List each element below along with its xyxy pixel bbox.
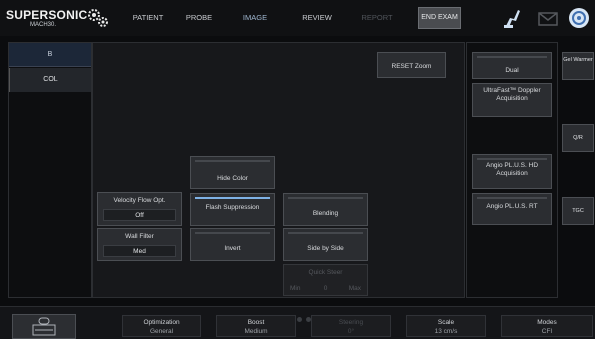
qr-label: Q/R xyxy=(573,135,583,141)
angio-plus-hd-button[interactable]: Angio PL.U.S. HD Acquisition xyxy=(472,154,552,189)
hide-color-indicator xyxy=(195,160,270,162)
steering-title: Steering xyxy=(338,319,364,326)
tab-patient[interactable]: PATIENT xyxy=(124,8,172,28)
reset-zoom-button[interactable]: RESET Zoom xyxy=(377,52,446,78)
blending-label: Blending xyxy=(312,210,339,217)
angio-plus-rt-indicator xyxy=(477,197,547,199)
optimization-value: General xyxy=(149,328,174,335)
tab-review[interactable]: REVIEW xyxy=(296,8,338,28)
side-by-side-button[interactable]: Side by Side xyxy=(283,228,368,261)
boost-title: Boost xyxy=(247,319,265,326)
wall-filter-control[interactable]: Wall Filter Med xyxy=(97,228,182,261)
modes-title: Modes xyxy=(537,319,557,326)
invert-label: Invert xyxy=(224,245,241,252)
side-button-strip xyxy=(559,42,595,298)
scale-value: 13 cm/s xyxy=(434,328,458,335)
quick-steer-label: Quick Steer xyxy=(308,269,343,276)
probe-icon[interactable] xyxy=(500,6,524,30)
scale-control[interactable]: Scale 13 cm/s xyxy=(406,315,486,337)
dual-button[interactable]: Dual xyxy=(472,52,552,79)
flash-suppression-indicator xyxy=(195,197,270,199)
tab-probe[interactable]: PROBE xyxy=(181,8,217,28)
hide-color-button[interactable]: Hide Color xyxy=(190,156,275,189)
flash-suppression-button[interactable]: Flash Suppression xyxy=(190,193,275,226)
blending-indicator xyxy=(288,197,363,199)
modes-value: CFI xyxy=(541,328,553,335)
steering-value: 0° xyxy=(347,328,355,335)
boost-value: Medium xyxy=(244,328,268,335)
wall-filter-label: Wall Filter xyxy=(125,233,154,240)
qr-button[interactable]: Q/R xyxy=(562,124,594,152)
velocity-flow-opt-control[interactable]: Velocity Flow Opt. Off xyxy=(97,192,182,226)
boost-control[interactable]: Boost Medium xyxy=(216,315,296,337)
scale-title: Scale xyxy=(437,319,455,326)
tgc-label: TGC xyxy=(572,208,584,214)
wall-filter-value: Med xyxy=(103,245,176,257)
angio-plus-hd-label: Angio PL.U.S. HD Acquisition xyxy=(485,162,539,177)
optimization-control[interactable]: Optimization General xyxy=(122,315,201,337)
mail-icon[interactable] xyxy=(537,6,559,30)
optimization-title: Optimization xyxy=(143,319,180,326)
probe-button[interactable] xyxy=(12,314,76,339)
quick-steer-control: Quick Steer Min 0 Max xyxy=(283,264,368,296)
side-by-side-label: Side by Side xyxy=(307,245,344,252)
blending-button[interactable]: Blending xyxy=(283,193,368,226)
tab-report: REPORT xyxy=(361,13,393,22)
invert-button[interactable]: Invert xyxy=(190,228,275,261)
logo-model: MACH30. xyxy=(30,22,57,28)
reset-zoom-label: RESET Zoom xyxy=(391,63,432,70)
dual-label: Dual xyxy=(505,67,519,74)
page-dot-2 xyxy=(297,317,302,322)
tab-image[interactable]: IMAGE xyxy=(235,8,275,28)
tab-col-mode[interactable]: COL xyxy=(9,68,91,92)
invert-indicator xyxy=(195,232,270,234)
angio-plus-hd-indicator xyxy=(477,158,547,160)
end-exam-button[interactable]: END EXAM xyxy=(418,7,461,29)
probe-device-icon xyxy=(32,317,56,336)
gears-icon xyxy=(88,9,108,27)
help-icon[interactable] xyxy=(567,6,591,30)
steering-control: Steering 0° xyxy=(311,315,391,337)
quick-steer-max: Max xyxy=(348,285,361,292)
side-by-side-indicator xyxy=(288,232,363,234)
ultrafast-doppler-label: UltraFast™ Doppler Acquisition xyxy=(483,87,541,102)
tab-b-mode[interactable]: B xyxy=(9,43,91,67)
tgc-button[interactable]: TGC xyxy=(562,197,594,225)
flash-suppression-label: Flash Suppression xyxy=(205,204,260,211)
supersonic-logo: SUPERSONIC MACH30. xyxy=(6,6,110,32)
gel-warmer-button[interactable]: Gel Warmer xyxy=(562,52,594,80)
angio-plus-rt-button[interactable]: Angio PL.U.S. RT xyxy=(472,193,552,225)
dual-indicator xyxy=(477,56,547,58)
velocity-flow-opt-label: Velocity Flow Opt. xyxy=(113,197,166,204)
logo-brand: SUPERSONIC xyxy=(6,8,88,22)
angio-plus-rt-label: Angio PL.U.S. RT xyxy=(486,203,538,210)
gel-warmer-label: Gel Warmer xyxy=(563,57,593,63)
hide-color-label: Hide Color xyxy=(217,175,248,182)
velocity-flow-opt-value: Off xyxy=(103,209,176,221)
modes-control[interactable]: Modes CFI xyxy=(501,315,593,337)
ultrafast-doppler-button[interactable]: UltraFast™ Doppler Acquisition xyxy=(472,83,552,117)
